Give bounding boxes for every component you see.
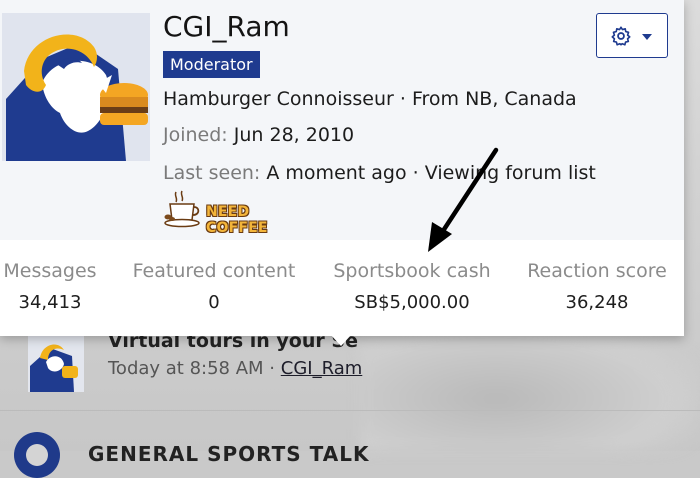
user-banner: NEED COFFEE bbox=[162, 190, 312, 236]
ram-logo-icon bbox=[28, 336, 84, 392]
joined-line: Joined: Jun 28, 2010 bbox=[163, 124, 354, 146]
thread-avatar[interactable] bbox=[28, 336, 84, 392]
stat-reaction-score[interactable]: Reaction score 36,248 bbox=[514, 260, 680, 313]
stat-label: Sportsbook cash bbox=[333, 260, 491, 282]
coffee-cup-icon bbox=[164, 190, 200, 228]
stat-label: Reaction score bbox=[527, 260, 667, 282]
stat-value: 34,413 bbox=[18, 292, 82, 313]
member-tooltip-card: CGI_Ram Moderator Hamburger Connoisseur … bbox=[0, 0, 684, 336]
thread-time: Today at 8:58 AM · bbox=[108, 358, 276, 379]
stat-value: 0 bbox=[208, 292, 220, 313]
tooltip-pointer bbox=[330, 334, 352, 346]
member-tooltip-header: CGI_Ram Moderator Hamburger Connoisseur … bbox=[0, 0, 684, 241]
forum-section-title[interactable]: GENERAL SPORTS TALK bbox=[88, 442, 369, 466]
last-seen-label: Last seen: bbox=[163, 162, 261, 184]
stat-label: Featured content bbox=[132, 260, 296, 282]
stat-messages[interactable]: Messages 34,413 bbox=[0, 260, 100, 313]
divider bbox=[0, 410, 700, 411]
stat-value: SB$5,000.00 bbox=[354, 292, 470, 313]
stat-sportsbook-cash[interactable]: Sportsbook cash SB$5,000.00 bbox=[318, 260, 506, 313]
member-settings-button[interactable] bbox=[596, 13, 668, 58]
gear-icon bbox=[611, 26, 631, 46]
thread-meta: Today at 8:58 AM · CGI_Ram bbox=[108, 358, 362, 379]
last-seen-line: Last seen: A moment ago · Viewing forum … bbox=[163, 162, 596, 184]
joined-value: Jun 28, 2010 bbox=[233, 124, 355, 146]
member-stats: Messages 34,413 Featured content 0 Sport… bbox=[0, 240, 684, 336]
caret-down-icon bbox=[642, 34, 652, 40]
banner-text: NEED COFFEE bbox=[206, 204, 268, 236]
forum-section-icon bbox=[14, 432, 60, 478]
stat-value: 36,248 bbox=[565, 292, 629, 313]
thread-author-link[interactable]: CGI_Ram bbox=[281, 358, 363, 379]
user-title: Hamburger Connoisseur · From NB, Canada bbox=[163, 88, 577, 110]
ram-logo-icon bbox=[2, 13, 150, 161]
avatar[interactable] bbox=[2, 13, 150, 161]
username[interactable]: CGI_Ram bbox=[163, 10, 290, 43]
stat-featured-content[interactable]: Featured content 0 bbox=[114, 260, 314, 313]
role-badge: Moderator bbox=[163, 51, 260, 78]
forum-section-header[interactable]: GENERAL SPORTS TALK bbox=[0, 426, 700, 478]
last-seen-value: A moment ago · Viewing forum list bbox=[266, 162, 596, 184]
joined-label: Joined: bbox=[163, 124, 228, 146]
stat-label: Messages bbox=[3, 260, 97, 282]
